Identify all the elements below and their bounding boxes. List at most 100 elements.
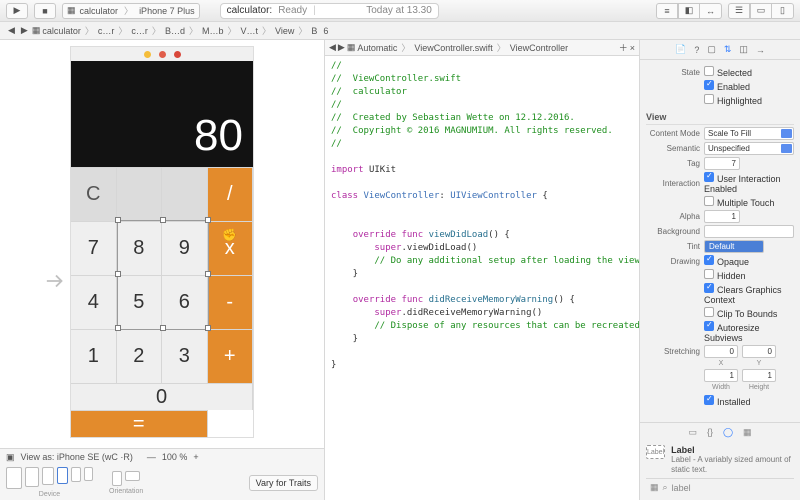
jumpbar-item-6[interactable]: View [275,26,294,36]
size-inspector-tab-icon[interactable]: ◫ [739,44,748,55]
state-selected-checkbox[interactable] [704,66,714,76]
opaque-checkbox[interactable] [704,255,714,265]
disclosure-icon[interactable]: ▣ [6,452,15,463]
selection-handle[interactable] [115,325,121,331]
jumpbar-item-1[interactable]: c…r [98,26,115,36]
selection-handle[interactable] [205,325,211,331]
calc-key-minus[interactable]: - [208,275,254,329]
device-thumb[interactable] [42,467,54,485]
semantic-combo[interactable]: Unspecified [704,142,794,155]
state-enabled-checkbox[interactable] [704,80,714,90]
view-as-label[interactable]: View as: iPhone SE (wC ·R) [21,452,133,462]
calc-key-2[interactable]: 2 [117,329,163,383]
device-thumb[interactable] [84,467,93,481]
cgc-checkbox[interactable] [704,283,714,293]
calc-key-0[interactable]: 0 [71,383,253,410]
close-editor-button[interactable]: × [630,43,635,53]
connections-inspector-tab-icon[interactable]: → [756,45,765,55]
ib-canvas[interactable]: 80 C / 7 8 9 x ✊ [0,40,324,448]
selection-handle[interactable] [160,217,166,223]
jump-file[interactable]: ViewController.swift [414,43,492,53]
scheme-selector[interactable]: ▦ calculator 〉 iPhone 7 Plus [62,3,200,19]
toggle-debug-button[interactable]: ▭ [750,3,772,19]
toggle-navigator-button[interactable]: ☰ [728,3,750,19]
jumpbar-item-0[interactable]: calculator [42,26,81,36]
selection-handle[interactable] [205,217,211,223]
history-back-button[interactable]: ◀ [6,25,17,36]
multitouch-checkbox[interactable] [704,196,714,206]
stretch-w-stepper[interactable]: 1 [704,369,738,382]
installed-checkbox[interactable] [704,395,714,405]
selection-handle[interactable] [160,325,166,331]
jumpbar-item-4[interactable]: M…b [202,26,224,36]
tag-stepper[interactable]: 7 [704,157,740,170]
calc-key-1[interactable]: 1 [71,329,117,383]
hidden-checkbox[interactable] [704,269,714,279]
calc-key-plus[interactable]: + [208,329,254,383]
jumpbar-item-8[interactable]: 6 [323,26,328,36]
uie-checkbox[interactable] [704,172,714,182]
code-snippet-lib-icon[interactable]: {} [707,427,713,438]
scene-header[interactable] [71,47,253,61]
jumpbar-item-3[interactable]: B…d [165,26,185,36]
stretch-h-stepper[interactable]: 1 [742,369,776,382]
content-mode-combo[interactable]: Scale To Fill [704,127,794,140]
orientation-portrait[interactable] [112,471,122,486]
toggle-inspector-button[interactable]: ▯ [772,3,794,19]
zoom-level[interactable]: 100 % [162,452,188,462]
history-fwd-button[interactable]: ▶ [338,42,345,53]
selection-handle[interactable] [115,217,121,223]
device-thumb[interactable] [71,467,81,482]
stretch-x-stepper[interactable]: 0 [704,345,738,358]
calc-key-blank[interactable] [117,167,163,221]
run-button[interactable]: ▶ [6,3,28,19]
stretch-y-stepper[interactable]: 0 [742,345,776,358]
standard-editor-button[interactable]: ≡ [656,3,678,19]
calc-key-3[interactable]: 3 [162,329,208,383]
history-back-button[interactable]: ◀ [329,42,336,53]
library-item[interactable]: Label Label Label - A variably sized amo… [646,442,794,478]
library-search[interactable]: ▦ ⌕ label [646,478,794,496]
background-color-well[interactable] [704,225,794,238]
jumpbar-item-7[interactable]: B [311,26,317,36]
ctb-checkbox[interactable] [704,307,714,317]
attributes-inspector-tab-icon[interactable]: ⇅ [724,44,732,55]
calc-key-blank[interactable] [162,167,208,221]
state-highlighted-checkbox[interactable] [704,94,714,104]
editor-jump-bar[interactable]: ◀ ▶ ▦ Automatic〉 ViewController.swift〉 V… [325,40,639,56]
selection-handle[interactable] [205,271,211,277]
file-template-lib-icon[interactable]: ▭ [688,427,697,438]
counterparts-icon[interactable]: ▦ [347,42,356,53]
calc-key-equals[interactable]: = [71,410,208,437]
grid-list-toggle-icon[interactable]: ▦ [650,482,659,493]
calc-key-c[interactable]: C [71,167,117,221]
media-lib-icon[interactable]: ▦ [743,427,752,438]
history-fwd-button[interactable]: ▶ [19,25,30,36]
stop-button[interactable]: ■ [34,3,56,19]
autoresize-checkbox[interactable] [704,321,714,331]
help-inspector-tab-icon[interactable]: ? [694,45,699,55]
object-lib-icon[interactable]: ◯ [723,427,733,438]
identity-inspector-tab-icon[interactable]: ▢ [707,44,716,55]
file-inspector-tab-icon[interactable]: 📄 [675,44,686,55]
alpha-stepper[interactable]: 1 [704,210,740,223]
jump-mode[interactable]: Automatic [357,43,397,53]
version-editor-button[interactable]: ↔ [700,3,722,19]
jumpbar-item-2[interactable]: c…r [131,26,148,36]
orientation-landscape[interactable] [125,471,140,481]
device-thumb[interactable] [25,467,39,487]
tint-color-well[interactable]: Default [704,240,764,253]
calc-key-7[interactable]: 7 [71,221,117,275]
device-thumb[interactable] [6,467,22,489]
add-editor-button[interactable]: ＋ [619,41,628,54]
assistant-editor-button[interactable]: ◧ [678,3,700,19]
jump-symbol[interactable]: ViewController [510,43,568,53]
jumpbar-item-5[interactable]: V…t [241,26,259,36]
source-code[interactable]: // // ViewController.swift // calculator… [325,56,639,500]
calc-key-4[interactable]: 4 [71,275,117,329]
device-thumb-selected[interactable] [57,467,68,484]
selection-handle[interactable] [115,271,121,277]
vary-for-traits-button[interactable]: Vary for Traits [249,475,318,491]
calc-key-multiply[interactable]: x ✊ [208,221,254,275]
calc-key-divide[interactable]: / [208,167,254,221]
